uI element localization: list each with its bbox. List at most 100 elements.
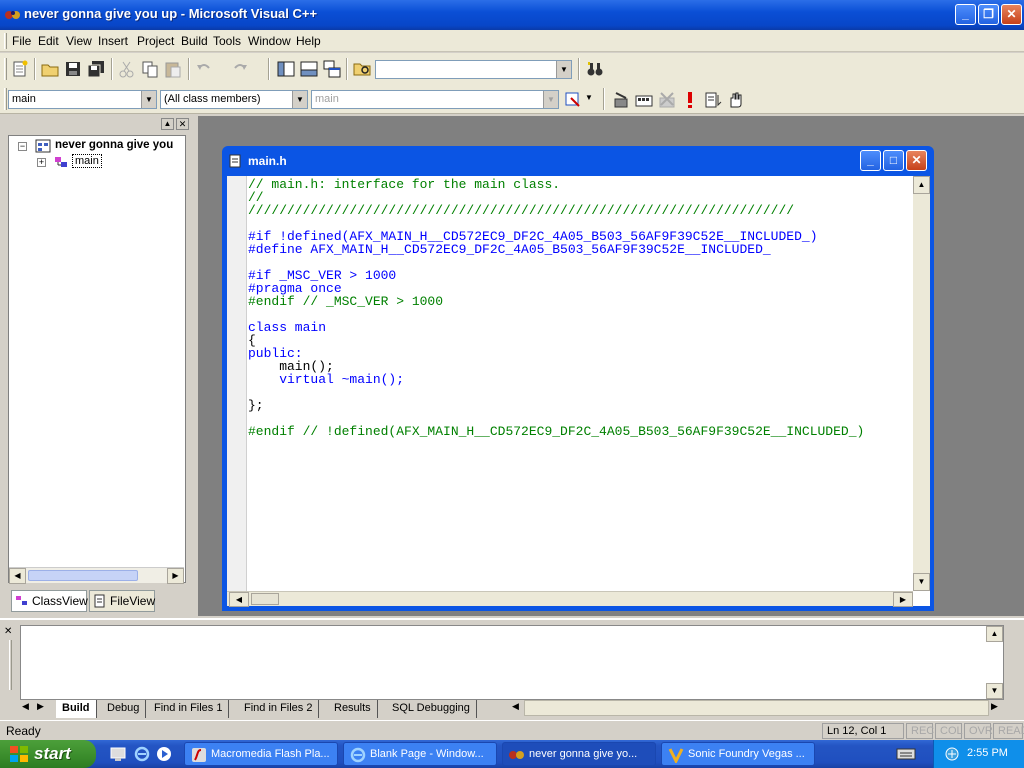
task-visual-cpp[interactable]: never gonna give yo... [502,742,656,766]
output-horizontal-scrollbar[interactable] [524,700,989,716]
code-line[interactable]: #if _MSC_VER > 1000 [248,269,913,282]
code-line[interactable] [248,308,913,321]
cut-icon[interactable] [117,59,137,79]
tab-debug[interactable]: Debug [101,700,147,718]
scroll-right-icon[interactable]: ▶ [893,592,913,607]
find-combo[interactable]: ▼ [375,60,572,79]
tab-find-in-files-2[interactable]: Find in Files 2 [238,700,320,718]
go-icon[interactable] [703,90,723,110]
menu-edit[interactable]: Edit [38,34,59,48]
code-editor[interactable]: // main.h: interface for the main class.… [227,176,930,607]
build-icon[interactable] [634,90,654,110]
expand-icon[interactable]: + [37,158,46,167]
tab-scroll-left-icon[interactable]: ◀ [22,701,29,712]
execute-icon[interactable] [680,90,700,110]
output-window-icon[interactable] [299,59,319,79]
code-line[interactable]: #endif // _MSC_VER > 1000 [248,295,913,308]
editor-close-button[interactable]: ✕ [906,150,927,171]
code-line[interactable]: }; [248,399,913,412]
menu-file[interactable]: File [12,34,31,48]
class-combo[interactable]: main ▼ [8,90,157,109]
copy-icon[interactable] [140,59,160,79]
menu-view[interactable]: View [66,34,92,48]
tab-build[interactable]: Build [56,700,97,718]
code-line[interactable]: public: [248,347,913,360]
menu-insert[interactable]: Insert [98,34,128,48]
tab-results[interactable]: Results [328,700,378,718]
menu-project[interactable]: Project [137,34,174,48]
tree-root-label[interactable]: never gonna give you [55,139,173,151]
code-line[interactable]: // main.h: interface for the main class. [248,178,913,191]
code-line[interactable]: { [248,334,913,347]
menu-grip[interactable] [4,33,7,49]
title-bar[interactable]: never gonna give you up - Microsoft Visu… [0,0,1024,30]
chevron-down-icon[interactable]: ▼ [556,61,571,78]
find-binoculars-icon[interactable] [585,59,605,79]
editor-minimize-button[interactable]: _ [860,150,881,171]
output-close-icon[interactable]: ✕ [4,626,12,637]
open-folder-icon[interactable] [40,59,60,79]
task-blank-page[interactable]: Blank Page - Window... [343,742,497,766]
editor-gutter[interactable] [227,176,247,591]
scroll-up-icon[interactable]: ▲ [986,626,1003,642]
toolbar-grip[interactable] [4,88,7,110]
redo-icon[interactable] [230,59,250,79]
code-line[interactable]: #endif // !defined(AFX_MAIN_H__CD572EC9_… [248,425,913,438]
task-sonic-foundry-vegas[interactable]: Sonic Foundry Vegas ... [661,742,815,766]
toolbar-grip[interactable] [4,58,7,80]
quicklaunch-media-player-icon[interactable] [156,746,172,762]
scroll-down-icon[interactable]: ▼ [986,683,1003,699]
save-icon[interactable] [63,59,83,79]
minimize-button[interactable]: _ [955,4,976,25]
workspace-icon[interactable] [276,59,296,79]
quicklaunch-ie-icon[interactable] [134,746,150,762]
member-combo[interactable]: main ▼ [311,90,559,109]
editor-horizontal-scrollbar[interactable]: ◀ ▶ [227,591,913,607]
code-line[interactable]: #define AFX_MAIN_H__CD572EC9_DF2C_4A05_B… [248,243,913,256]
code-line[interactable]: class main [248,321,913,334]
scroll-left-icon[interactable]: ◀ [9,568,26,584]
paste-icon[interactable] [163,59,183,79]
scroll-left-icon[interactable]: ◀ [229,592,249,607]
wizard-dropdown-icon[interactable]: ▼ [585,93,593,102]
scroll-right-icon[interactable]: ▶ [991,701,998,712]
tab-classview[interactable]: ClassView [11,590,88,612]
new-text-file-icon[interactable] [10,59,30,79]
output-text-area[interactable]: ▲ ▼ [20,625,1004,700]
find-in-files-icon[interactable] [352,59,372,79]
workspace-pin-icon[interactable]: ▲ [161,118,174,130]
tree-horizontal-scrollbar[interactable]: ◀ ▶ [9,567,184,584]
output-grip[interactable] [9,640,12,690]
breakpoint-hand-icon[interactable] [726,90,746,110]
menu-help[interactable]: Help [296,34,321,48]
tab-fileview[interactable]: FileView [89,590,155,612]
scroll-thumb[interactable] [28,570,138,581]
workspace-close-icon[interactable]: ✕ [176,118,189,130]
restore-button[interactable]: ❐ [978,4,999,25]
chevron-down-icon[interactable]: ▼ [141,91,156,108]
editor-window[interactable]: main.h _ □ ✕ // main.h: interface for th… [222,146,934,611]
editor-vertical-scrollbar[interactable]: ▲ ▼ [913,176,930,591]
code-text[interactable]: // main.h: interface for the main class.… [248,176,913,591]
scroll-left-icon[interactable]: ◀ [512,701,519,712]
tab-find-in-files-1[interactable]: Find in Files 1 [148,700,230,718]
wizard-action-icon[interactable] [563,90,583,110]
menu-tools[interactable]: Tools [213,34,241,48]
scroll-thumb[interactable] [251,593,279,605]
close-button[interactable]: ✕ [1001,4,1022,25]
editor-maximize-button[interactable]: □ [883,150,904,171]
network-icon[interactable] [944,746,960,762]
save-all-icon[interactable] [86,59,106,79]
scroll-up-icon[interactable]: ▲ [913,176,930,194]
undo-icon[interactable] [194,59,214,79]
code-line[interactable]: virtual ~main(); [248,373,913,386]
menu-window[interactable]: Window [248,34,291,48]
menu-build[interactable]: Build [181,34,208,48]
task-macromedia-flash[interactable]: Macromedia Flash Pla... [184,742,338,766]
code-line[interactable] [248,386,913,399]
keyboard-icon[interactable] [896,747,916,761]
stop-build-icon[interactable] [657,90,677,110]
collapse-icon[interactable]: − [18,142,27,151]
chevron-down-icon[interactable]: ▼ [543,91,558,108]
tab-scroll-right-icon[interactable]: ▶ [37,701,44,712]
